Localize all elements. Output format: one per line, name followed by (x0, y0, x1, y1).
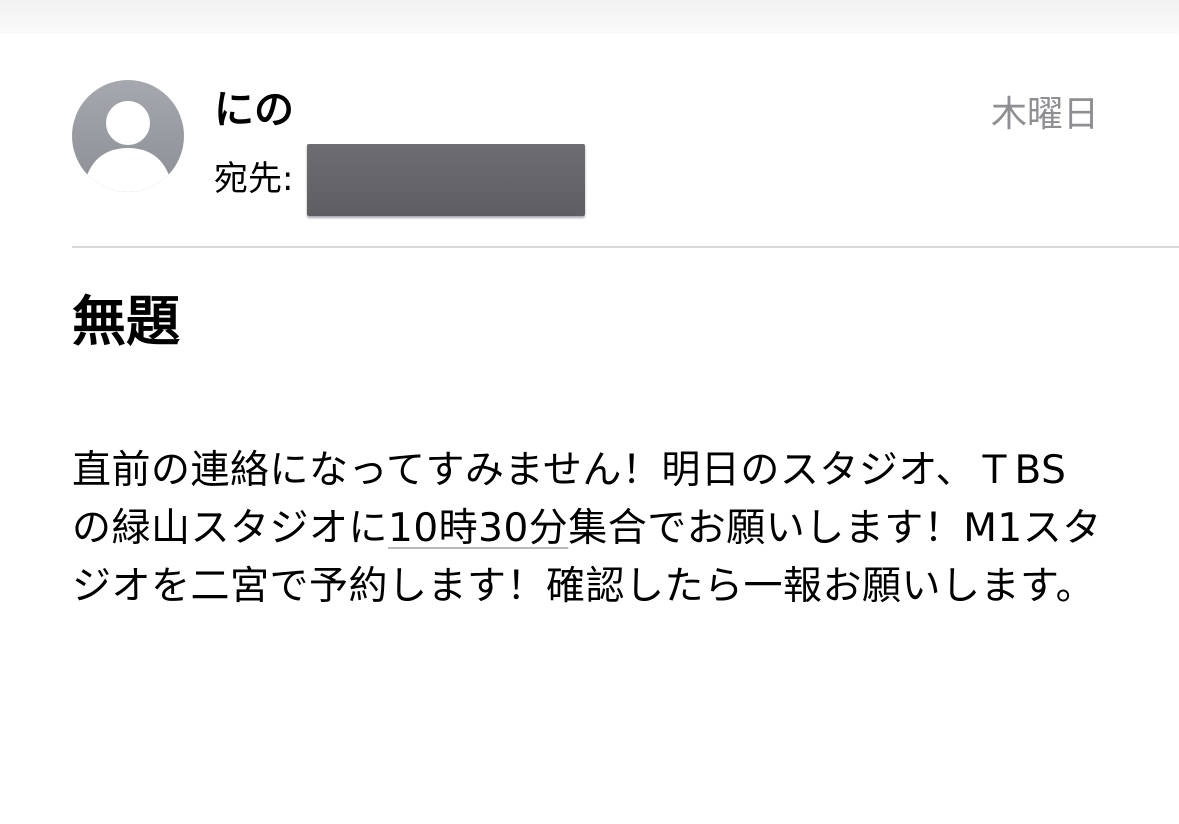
header-divider (72, 246, 1179, 248)
sender-avatar[interactable] (72, 80, 184, 192)
recipient-label: 宛先: (214, 159, 294, 199)
sender-name[interactable]: にの (214, 86, 294, 134)
message-date: 木曜日 (990, 94, 1099, 135)
message-body: 直前の連絡になってすみません！明日のスタジオ、ＴBSの緑山スタジオに10時30分… (72, 442, 1102, 616)
message-subject: 無題 (72, 290, 180, 353)
top-strip (0, 0, 1179, 34)
time-link[interactable]: 10時30分 (388, 506, 568, 551)
recipient-redacted-block[interactable] (307, 144, 586, 216)
person-placeholder-icon (86, 101, 170, 192)
recipient-row: 宛先: (214, 144, 586, 216)
